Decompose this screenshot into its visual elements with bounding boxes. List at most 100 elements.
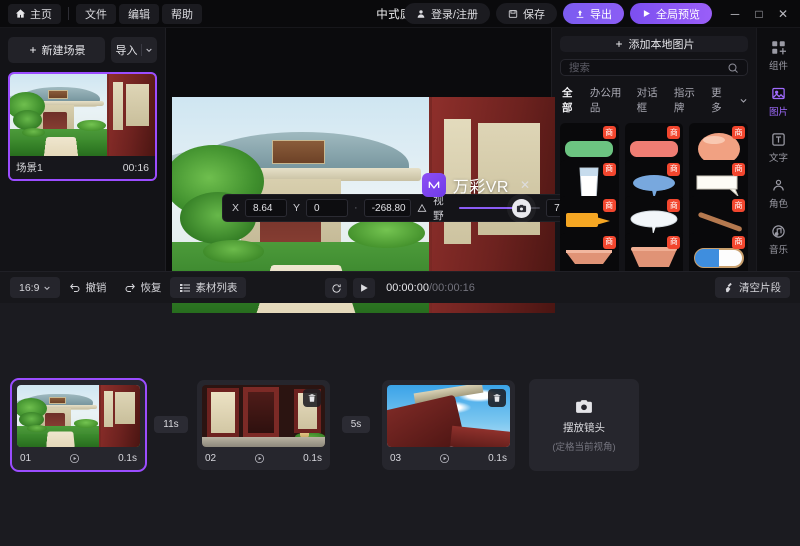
commercial-badge: 商 [667,199,681,213]
home-icon [15,8,26,19]
commercial-badge: 商 [602,235,616,249]
category-sign[interactable]: 指示牌 [674,85,702,115]
total-time: 00:00:16 [432,282,475,294]
rail-label: 组件 [768,61,788,72]
commercial-badge: 商 [732,126,745,140]
category-all[interactable]: 全部 [562,85,581,115]
commercial-badge: 商 [602,162,616,176]
home-label: 主页 [30,8,52,21]
commercial-badge: 商 [667,162,681,176]
clip-meta: 01 0.1s [17,447,140,465]
timeline-toolbar: 16:9 撤销 恢复 素材列表 00:00:00/00:00:16 清空片段 [0,271,800,303]
category-office[interactable]: 办公用品 [590,85,628,115]
maximize-button[interactable]: □ [748,4,770,24]
app-window: 主页 文件 编辑 帮助 中式庭院 登录/注册 保存 导出 全局预览 ─ □ ✕ … [0,0,800,546]
commercial-badge: 商 [732,235,745,249]
rail-item-image[interactable]: 图片 [760,86,798,118]
chevron-down-icon[interactable] [739,96,748,105]
commercial-badge: 商 [602,199,616,213]
add-camera-shot-button[interactable]: 摆放镜头 (定格当前视角) [529,378,639,471]
more-label: 更多 [711,87,722,115]
search-input[interactable] [569,61,721,74]
fov-slider-knob[interactable] [512,198,532,218]
timeline-clip[interactable]: 01 0.1s [10,377,147,472]
save-button[interactable]: 保存 [496,3,557,24]
category-more[interactable]: 更多 [711,85,730,115]
rail-item-text[interactable]: 文字 [760,132,798,164]
watermark-text: 万彩VR [452,179,509,196]
minimize-button[interactable]: ─ [724,4,746,24]
scene-meta: 场景1 00:16 [10,156,155,179]
media-tile[interactable]: 商 [560,232,619,272]
timeline-strip: 01 0.1s 11s 02 0.1s 5s 03 0.1s 摆放镜头 (定格当… [0,303,800,546]
close-button[interactable]: ✕ [772,4,794,24]
clip-artwork [17,384,140,447]
rail-item-components[interactable]: 组件 [760,40,798,72]
y-input[interactable]: 0 [306,199,349,217]
rail-item-music[interactable]: 音乐 [760,224,798,256]
save-label: 保存 [523,8,545,21]
separator-dot: · [354,202,358,214]
clip-index: 03 [390,452,402,464]
timeline-clip[interactable]: 02 0.1s [197,379,330,470]
clip-play-icon[interactable] [439,453,450,464]
global-preview-button[interactable]: 全局预览 [630,3,712,24]
gap-duration[interactable]: 5s [341,416,371,433]
fov-slider[interactable] [458,198,541,218]
new-scene-button[interactable]: 新建场景 [8,37,105,63]
menu-file[interactable]: 文件 [76,3,116,24]
scene-actions: 新建场景 导入 [8,37,157,63]
watermark-close-icon[interactable]: ✕ [520,178,530,192]
clip-play-icon[interactable] [69,453,80,464]
play-button[interactable] [353,278,376,298]
rail-item-character[interactable]: 角色 [760,178,798,210]
gap-duration[interactable]: 11s [154,416,188,433]
media-panel: 添加本地图片 全部 办公用品 对话框 指示牌 更多 [551,28,756,272]
clip-play-icon[interactable] [254,453,265,464]
loop-button[interactable] [325,278,348,298]
menu-help[interactable]: 帮助 [162,3,202,24]
clip-gap: 5s [330,416,382,433]
scene-card[interactable]: 场景1 00:16 [8,72,157,181]
y-label: Y [293,202,301,214]
x-label: X [232,202,240,214]
add-local-label: 添加本地图片 [628,39,695,52]
clip-duration: 0.1s [488,452,507,464]
clip-delete-button[interactable] [488,388,506,407]
login-label: 登录/注册 [430,8,478,21]
media-tile[interactable]: 商 [689,232,748,272]
commercial-badge: 商 [732,162,745,176]
scene-artwork [10,74,155,156]
category-tabs: 全部 办公用品 对话框 指示牌 更多 [560,83,748,116]
components-icon [771,40,786,55]
media-tile[interactable]: 商 [624,232,684,272]
commercial-badge: 商 [667,235,681,249]
home-button[interactable]: 主页 [8,3,61,24]
clip-thumbnail [17,384,140,447]
search-box[interactable] [560,59,748,77]
playback-controls: 00:00:00/00:00:16 [0,272,800,304]
current-time: 00:00:00 [386,282,429,294]
clip-meta: 03 0.1s [387,447,510,465]
add-local-image-button[interactable]: 添加本地图片 [560,36,748,53]
stage-panel: 万彩VR ✕ X 8.64 Y 0 · -268.80 视野 [166,28,599,313]
menu-edit[interactable]: 编辑 [119,3,159,24]
category-dialog[interactable]: 对话框 [637,85,665,115]
clip-delete-button[interactable] [303,388,321,407]
import-label: 导入 [115,45,138,57]
menu-bar: 主页 文件 编辑 帮助 [8,3,202,24]
x-input[interactable]: 8.64 [245,199,288,217]
rotation-input[interactable]: -268.80 [363,199,412,217]
timeline-clip[interactable]: 03 0.1s [382,379,515,470]
import-button[interactable]: 导入 [111,37,157,63]
export-button[interactable]: 导出 [563,3,624,24]
chevron-down-icon[interactable] [145,46,153,54]
rail-label: 角色 [768,199,788,210]
watermark-logo-icon [421,173,446,197]
media-grid: 商 商 商 商 商 商 商 商 商 商 商 商 [560,123,748,272]
search-icon[interactable] [727,62,739,74]
plus-icon [28,45,38,55]
new-scene-label: 新建场景 [41,45,86,57]
login-button[interactable]: 登录/注册 [403,3,490,24]
export-label: 导出 [590,8,612,21]
